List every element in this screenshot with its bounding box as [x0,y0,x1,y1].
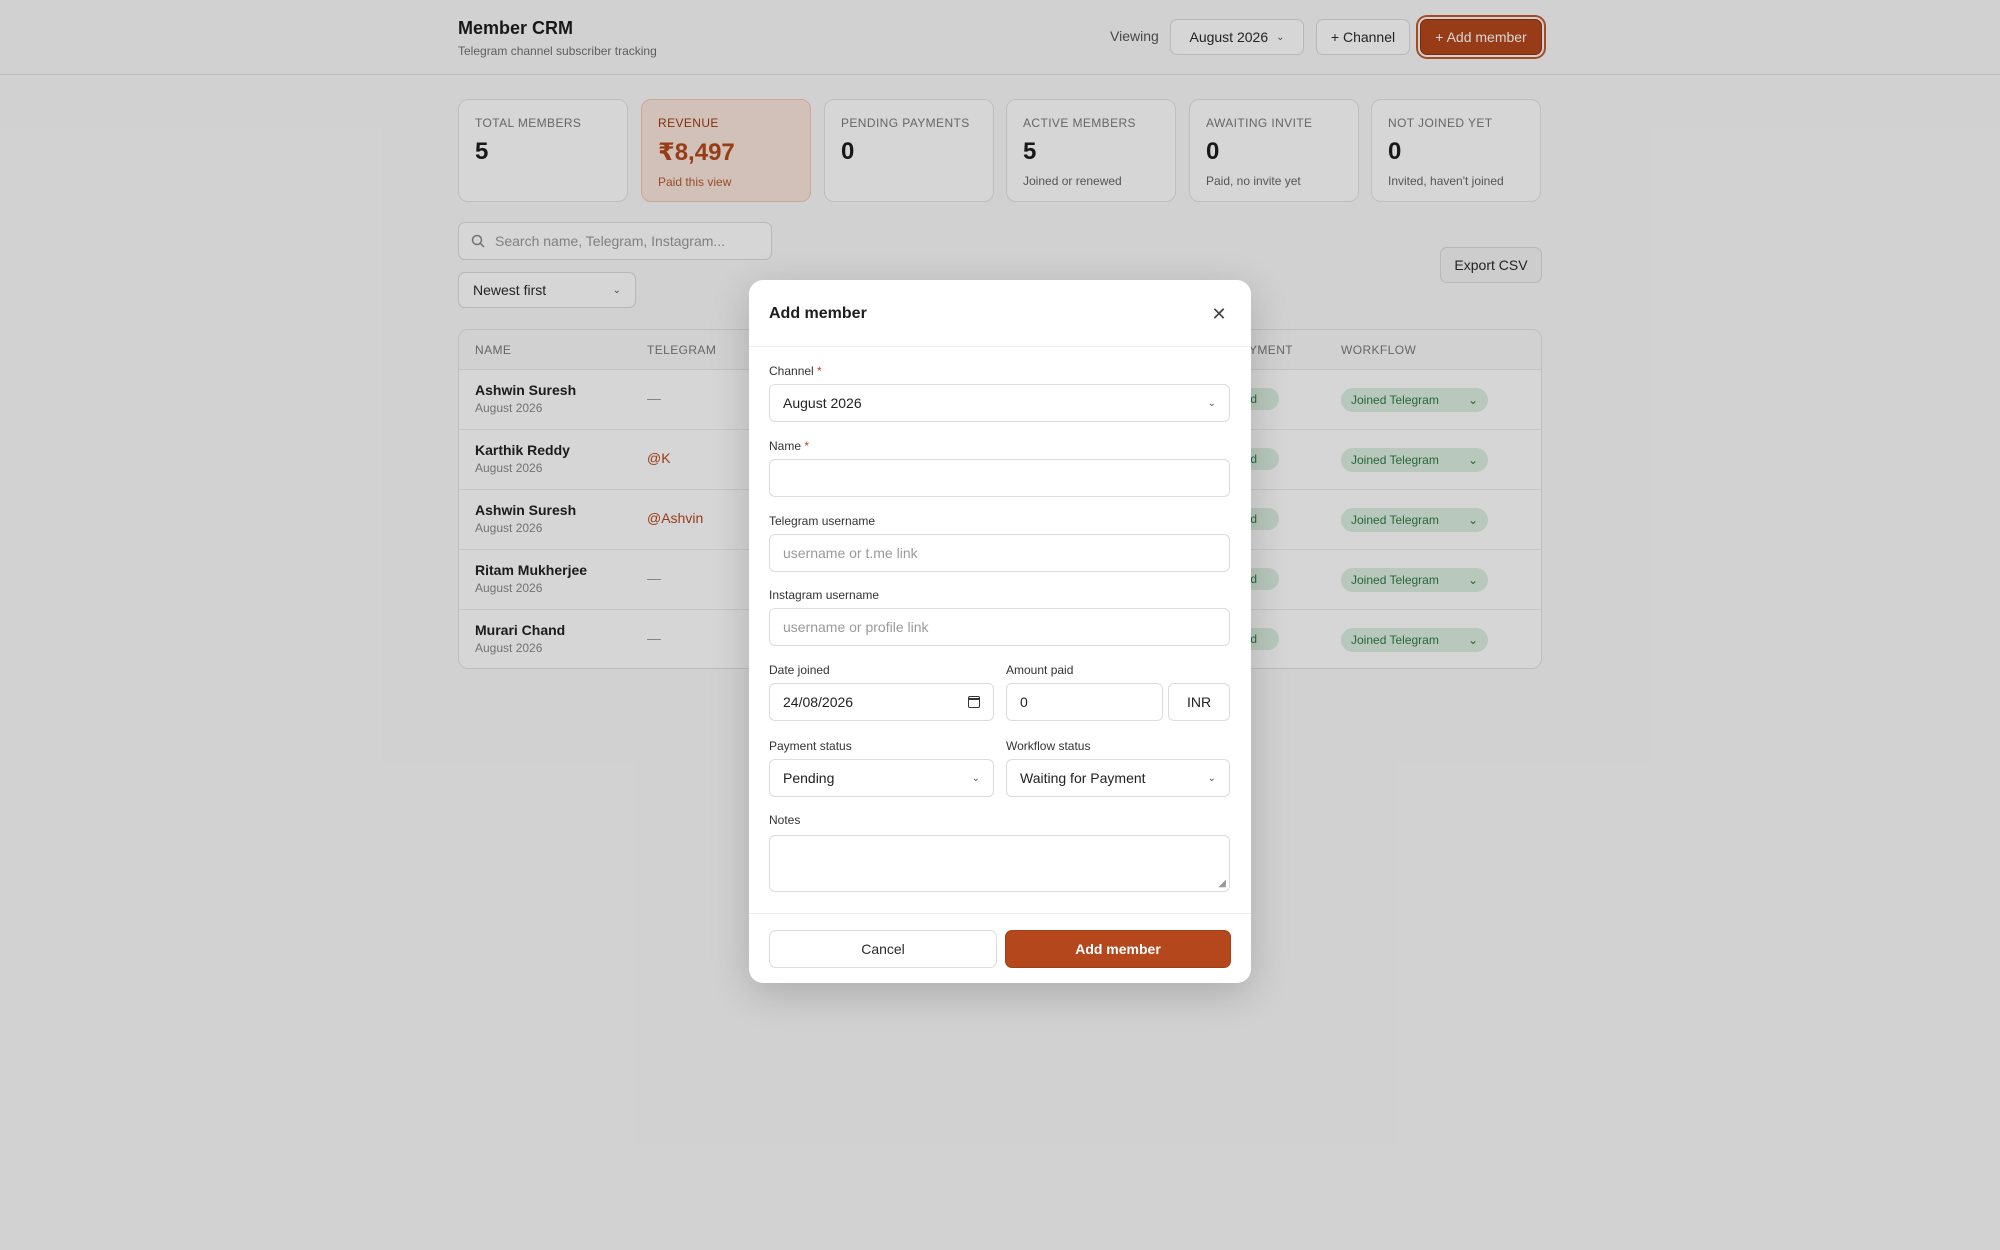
dialog-header: Add member ✕ [749,280,1251,347]
channel-value: August 2026 [783,395,862,411]
calendar-icon[interactable] [968,696,980,708]
payment-status-label: Payment status [769,739,852,753]
channel-label-text: Channel [769,364,814,378]
currency-selector[interactable]: INR [1168,683,1230,721]
name-input[interactable] [769,459,1230,497]
required-mark: * [817,364,822,378]
instagram-input[interactable]: username or profile link [769,608,1230,646]
add-member-dialog: Add member ✕ Channel * August 2026 ⌄ Nam… [749,280,1251,983]
cancel-button[interactable]: Cancel [769,930,997,968]
telegram-input[interactable]: username or t.me link [769,534,1230,572]
chevron-down-icon: ⌄ [971,772,980,784]
workflow-status-select[interactable]: Waiting for Payment ⌄ [1006,759,1230,797]
workflow-status-label: Workflow status [1006,739,1091,753]
amount-paid-input[interactable]: 0 [1006,683,1163,721]
date-joined-label: Date joined [769,663,830,677]
date-joined-input[interactable]: 24/08/2026 [769,683,994,721]
notes-textarea[interactable]: ◢ [769,835,1230,892]
notes-label: Notes [769,813,801,827]
amount-paid-label: Amount paid [1006,663,1074,677]
required-mark: * [804,439,810,453]
resize-handle-icon[interactable]: ◢ [1218,878,1226,889]
instagram-label: Instagram username [769,588,880,602]
chevron-down-icon: ⌄ [1207,397,1216,409]
add-member-submit-button[interactable]: Add member [1005,930,1231,968]
chevron-down-icon: ⌄ [1207,772,1216,784]
payment-status-value: Pending [783,770,835,786]
workflow-status-value: Waiting for Payment [1020,770,1146,786]
date-joined-value: 24/08/2026 [783,694,854,710]
payment-status-select[interactable]: Pending ⌄ [769,759,994,797]
dialog-title: Add member [769,305,867,322]
name-label: Name * [769,439,809,453]
channel-select[interactable]: August 2026 ⌄ [769,384,1230,422]
telegram-label: Telegram username [769,514,876,528]
name-label-text: Name [769,439,802,453]
close-icon[interactable]: ✕ [1209,304,1229,324]
channel-label: Channel * [769,364,822,378]
dialog-footer: Cancel Add member [749,913,1251,983]
